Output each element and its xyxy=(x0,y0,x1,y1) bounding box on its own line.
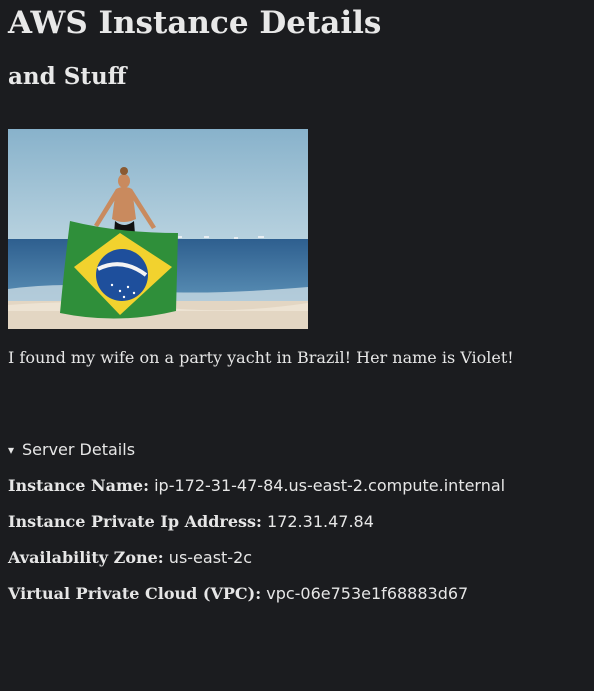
detail-row-vpc: Virtual Private Cloud (VPC): vpc-06e753e… xyxy=(8,584,586,604)
detail-value: us-east-2c xyxy=(168,548,253,567)
server-details-summary: Server Details xyxy=(22,440,136,459)
server-details-toggle[interactable]: ▾ Server Details xyxy=(8,440,586,460)
detail-value: 172.31.47.84 xyxy=(267,512,374,531)
detail-label: Availability Zone: xyxy=(8,548,164,567)
detail-value: ip-172-31-47-84.us-east-2.compute.intern… xyxy=(154,476,506,495)
detail-value: vpc-06e753e1f68883d67 xyxy=(266,584,469,603)
detail-row-private-ip: Instance Private Ip Address: 172.31.47.8… xyxy=(8,512,586,532)
detail-label: Instance Private Ip Address: xyxy=(8,512,262,531)
beach-photo xyxy=(8,129,308,329)
page-title: AWS Instance Details xyxy=(8,5,382,41)
page-subtitle: and Stuff xyxy=(8,63,127,90)
detail-label: Instance Name: xyxy=(8,476,150,495)
detail-row-availability-zone: Availability Zone: us-east-2c xyxy=(8,548,586,568)
photo-caption: I found my wife on a party yacht in Braz… xyxy=(8,348,514,367)
detail-row-instance-name: Instance Name: ip-172-31-47-84.us-east-2… xyxy=(8,476,586,496)
disclosure-triangle-icon: ▾ xyxy=(8,443,15,457)
detail-label: Virtual Private Cloud (VPC): xyxy=(8,584,262,603)
